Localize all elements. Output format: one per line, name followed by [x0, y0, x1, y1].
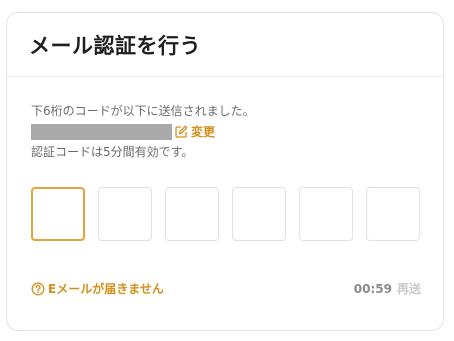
card-footer: Eメールが届きません 00:59 再送: [31, 280, 421, 297]
otp-input-group: [31, 187, 421, 241]
otp-digit-5[interactable]: [299, 187, 353, 241]
email-verification-card: メール認証を行う 下6桁のコードが以下に送信されました。 変更 認証コードは5分…: [6, 12, 444, 331]
otp-digit-3[interactable]: [165, 187, 219, 241]
email-not-received-label: Eメールが届きません: [48, 282, 164, 296]
email-row: 変更: [31, 122, 421, 141]
otp-digit-6[interactable]: [366, 187, 420, 241]
otp-digit-2[interactable]: [98, 187, 152, 241]
otp-digit-4[interactable]: [232, 187, 286, 241]
change-email-button[interactable]: 変更: [175, 123, 215, 140]
resend-countdown: 00:59: [353, 281, 392, 296]
change-email-label: 変更: [191, 125, 216, 139]
email-not-received-link[interactable]: Eメールが届きません: [31, 280, 164, 297]
help-circle-icon: [31, 282, 45, 295]
resend-button[interactable]: 再送: [397, 280, 421, 297]
page-title: メール認証を行う: [29, 33, 201, 58]
otp-digit-1[interactable]: [31, 187, 85, 241]
sent-message: 下6桁のコードが以下に送信されました。: [31, 104, 255, 118]
card-body: 下6桁のコードが以下に送信されました。 変更 認証コードは5分間有効です。: [7, 77, 443, 241]
card-header: メール認証を行う: [7, 13, 443, 77]
masked-email-address: [31, 123, 172, 140]
resend-area: 00:59 再送: [354, 280, 421, 297]
edit-icon: [175, 125, 188, 138]
validity-message: 認証コードは5分間有効です。: [31, 145, 194, 159]
